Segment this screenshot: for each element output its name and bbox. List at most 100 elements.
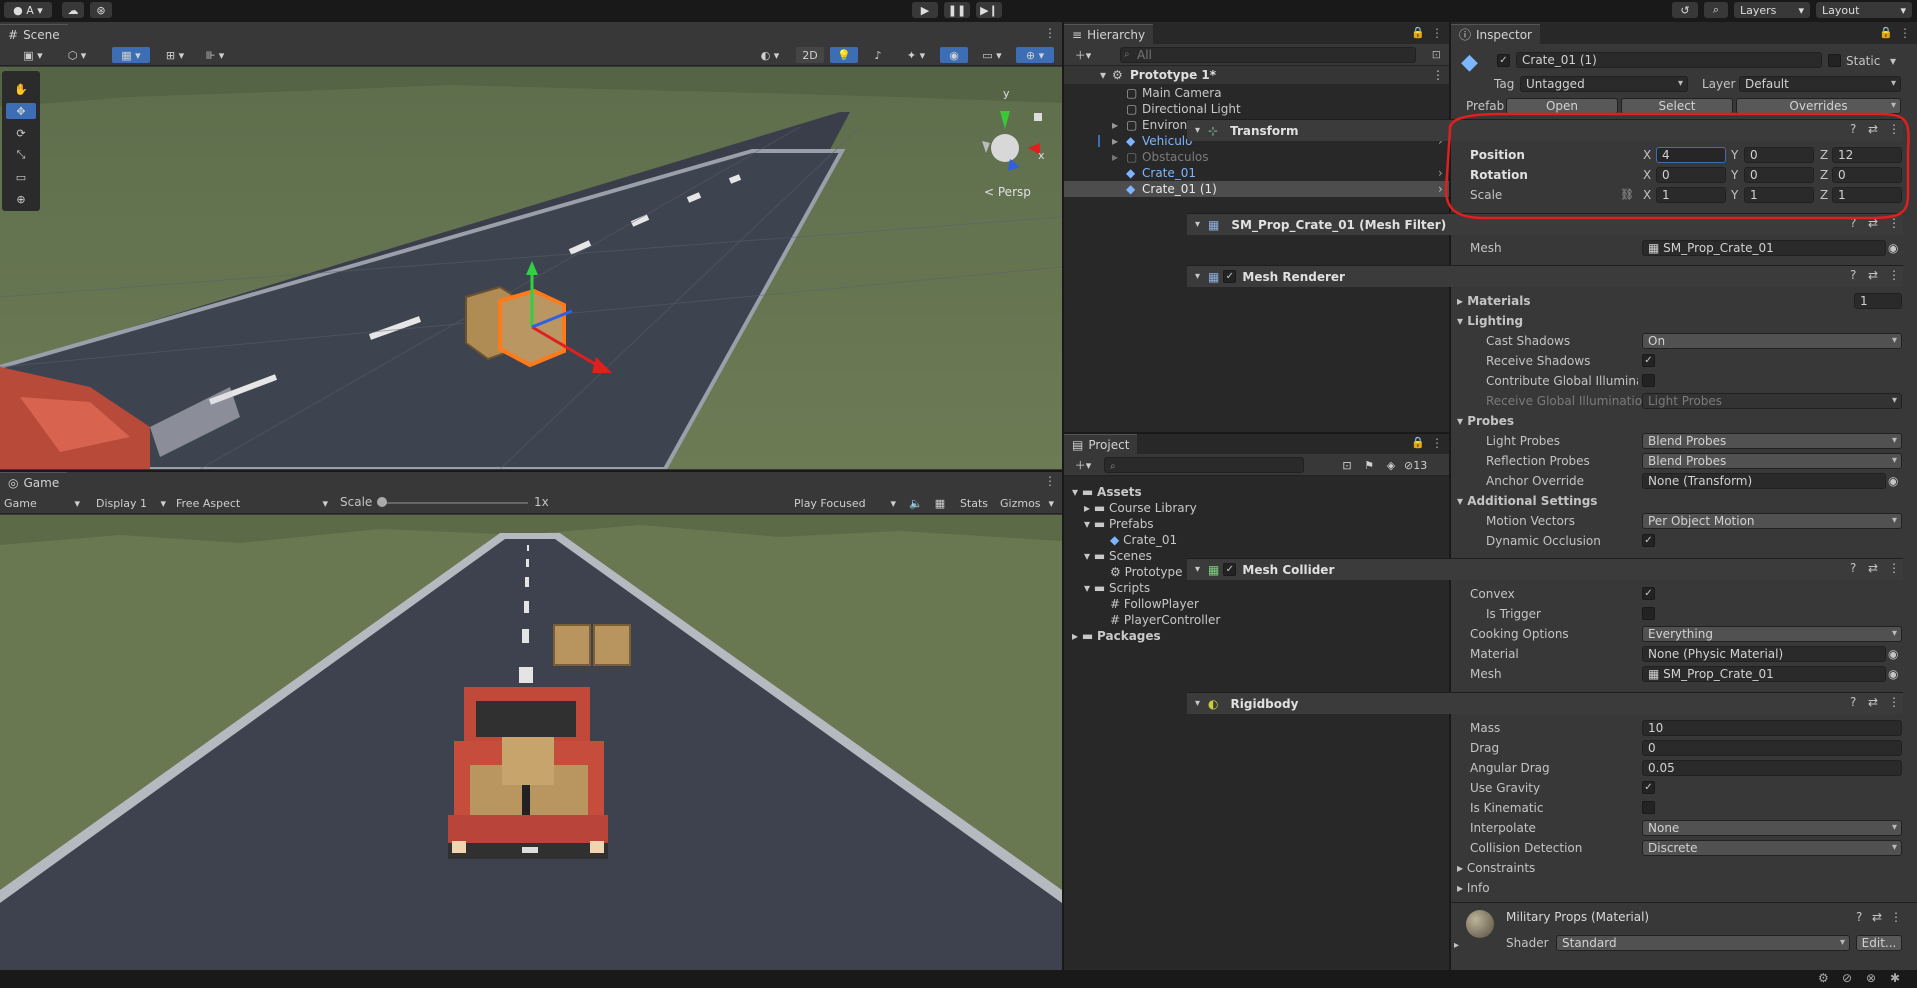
pause-button[interactable]: ❚❚ [944,2,970,18]
active-checkbox[interactable]: ✓ [1497,54,1510,67]
lock-icon[interactable]: 🔒 [1411,26,1425,39]
tree-item-course-library[interactable]: ▸ ▬ Course Library [1084,500,1197,516]
progress-icon[interactable]: ⚙ [1818,971,1829,985]
account-button[interactable]: ● A ▾ [4,2,52,18]
tag-dropdown[interactable]: Untagged [1520,76,1688,92]
object-picker-icon[interactable]: ◉ [1888,241,1898,255]
scene-viewport[interactable]: y x < Persp ✋ ✥ ⟳ ⤡ ▭ ⊕ [0,67,1062,469]
tree-item-assets[interactable]: ▾ ▬ Assets [1072,484,1142,500]
lock-icon[interactable]: 🔒 [1879,26,1893,39]
create-button[interactable]: ＋▾ [1070,47,1096,63]
render-mode-icon[interactable]: ◐ ▾ [752,47,788,63]
ruler-icon[interactable]: ⊪ ▾ [198,47,232,63]
gizmos-dropdown[interactable]: Gizmos ▾ [996,495,1058,511]
camera-icon[interactable]: ▭ ▾ [974,47,1010,63]
help-icon[interactable]: ? [1850,695,1856,709]
mesh-renderer-header[interactable]: ▾ ▦ ✓ Mesh Renderer [1187,265,1903,287]
object-picker-icon[interactable]: ◉ [1888,647,1898,661]
collider-material-field[interactable]: None (Physic Material) [1642,646,1886,662]
bug-icon[interactable]: ✱ [1890,971,1900,985]
info-foldout[interactable]: ▸ Info [1457,881,1490,895]
mesh-collider-header[interactable]: ▾ ▦ ✓ Mesh Collider [1187,558,1903,580]
collision-detection-dropdown[interactable]: Discrete [1642,840,1902,856]
expand-arrow-icon[interactable]: ▸ [1112,149,1118,165]
tab-hierarchy[interactable]: ≡ Hierarchy [1064,24,1154,44]
component-menu-icon[interactable]: ⋮ [1890,910,1902,924]
presets-icon[interactable]: ⇄ [1868,695,1878,709]
scale-slider[interactable] [380,502,528,504]
tree-item-crate-prefab[interactable]: ◆ Crate_01 [1110,532,1177,548]
drag-input[interactable]: 0 [1642,740,1902,756]
tree-item-script[interactable]: # FollowPlayer [1110,596,1199,612]
reflection-probes-dropdown[interactable]: Blend Probes [1642,453,1902,469]
search-filter-icon[interactable]: ⊡ [1432,48,1441,61]
create-button[interactable]: ＋▾ [1070,457,1096,473]
visibility-icon[interactable]: ◉ [940,47,968,63]
presets-icon[interactable]: ⇄ [1868,561,1878,575]
stats-button[interactable]: Stats [954,495,994,511]
materials-foldout[interactable]: ▸ Materials [1457,294,1531,308]
cloud-icon[interactable]: ☁ [62,2,84,18]
search-by-type-icon[interactable]: ⊡ [1338,457,1356,473]
angular-drag-input[interactable]: 0.05 [1642,760,1902,776]
play-button[interactable]: ▶ [912,2,938,18]
expand-arrow-icon[interactable]: ▸ [1112,133,1118,149]
hierarchy-menu-icon[interactable]: ⋮ [1431,26,1443,40]
help-icon[interactable]: ? [1850,268,1856,282]
is-kinematic-checkbox[interactable] [1642,801,1655,814]
cooking-options-dropdown[interactable]: Everything [1642,626,1902,642]
list-item[interactable]: ◆ Crate_01 (1) › [1064,181,1449,197]
object-name-input[interactable]: Crate_01 (1) [1516,52,1822,68]
dynamic-occlusion-checkbox[interactable]: ✓ [1642,534,1655,547]
scene-row-menu-icon[interactable]: ⋮ [1432,67,1444,83]
lighting-foldout[interactable]: ▾ Lighting [1457,314,1523,328]
search-icon[interactable]: ⌕ [1704,2,1728,18]
move-tool-icon[interactable]: ✥ [6,103,36,119]
frame-debug-icon[interactable]: ▦ [930,495,950,511]
edit-shader-button[interactable]: Edit... [1856,935,1902,951]
collider-mesh-field[interactable]: ▦ SM_Prop_Crate_01 [1642,666,1886,682]
lighting-icon[interactable]: 💡 [830,47,858,63]
tab-scene[interactable]: # Scene [0,24,68,44]
component-menu-icon[interactable]: ⋮ [1888,561,1900,575]
static-dropdown-icon[interactable]: ▾ [1890,54,1896,68]
tab-inspector[interactable]: ⓘ Inspector [1451,24,1540,44]
rigidbody-header[interactable]: ▾ ◐ Rigidbody [1187,692,1903,714]
list-item[interactable]: ▢ Directional Light [1064,101,1449,117]
project-search-input[interactable]: ⌕ [1104,457,1304,473]
tab-project[interactable]: ▤ Project [1064,434,1138,454]
layers-dropdown[interactable]: Layers ▾ [1734,2,1810,18]
draw-mode-icon[interactable]: ▣ ▾ [16,47,50,63]
scale-tool-icon[interactable]: ⤡ [6,147,36,163]
contribute-gi-checkbox[interactable] [1642,374,1655,387]
debug-icon[interactable]: ⊗ [1866,971,1876,985]
label-icon[interactable]: ◈ [1382,457,1400,473]
component-menu-icon[interactable]: ⋮ [1888,268,1900,282]
mesh-field[interactable]: ▦ SM_Prop_Crate_01 [1642,240,1886,256]
list-item[interactable]: ▸ ▢ Obstaculos [1064,149,1449,165]
component-enabled-checkbox[interactable]: ✓ [1223,563,1237,576]
hierarchy-scene-row[interactable]: ▾ ⚙ Prototype 1* ⋮ [1064,66,1449,84]
static-checkbox[interactable] [1828,54,1841,67]
anchor-override-field[interactable]: None (Transform) [1642,473,1886,489]
layer-dropdown[interactable]: Default [1739,76,1901,92]
rotate-tool-icon[interactable]: ⟳ [6,125,36,141]
tree-item-scene-file[interactable]: ⚙ Prototype 1 [1110,564,1194,580]
use-gravity-checkbox[interactable]: ✓ [1642,781,1655,794]
snap-increment-icon[interactable]: ⊞ ▾ [158,47,192,63]
constraints-foldout[interactable]: ▸ Constraints [1457,861,1535,875]
convex-checkbox[interactable]: ✓ [1642,587,1655,600]
tree-item-packages[interactable]: ▸ ▬ Packages [1072,628,1161,644]
gizmos-icon[interactable]: ⊕ ▾ [1016,47,1054,63]
tree-item-scripts[interactable]: ▾ ▬ Scripts [1084,580,1150,596]
mode-2d-button[interactable]: 2D [796,47,824,63]
persp-label[interactable]: < Persp [984,185,1031,199]
filter-icon[interactable]: ⚑ [1360,457,1378,473]
probes-foldout[interactable]: ▾ Probes [1457,414,1514,428]
receive-shadows-checkbox[interactable]: ✓ [1642,354,1655,367]
mute-audio-icon[interactable]: 🔈 [906,495,926,511]
project-menu-icon[interactable]: ⋮ [1431,436,1443,450]
cast-shadows-dropdown[interactable]: On [1642,333,1902,349]
tree-item-prefabs[interactable]: ▾ ▬ Prefabs [1084,516,1154,532]
scene-menu-icon[interactable]: ⋮ [1044,26,1056,40]
